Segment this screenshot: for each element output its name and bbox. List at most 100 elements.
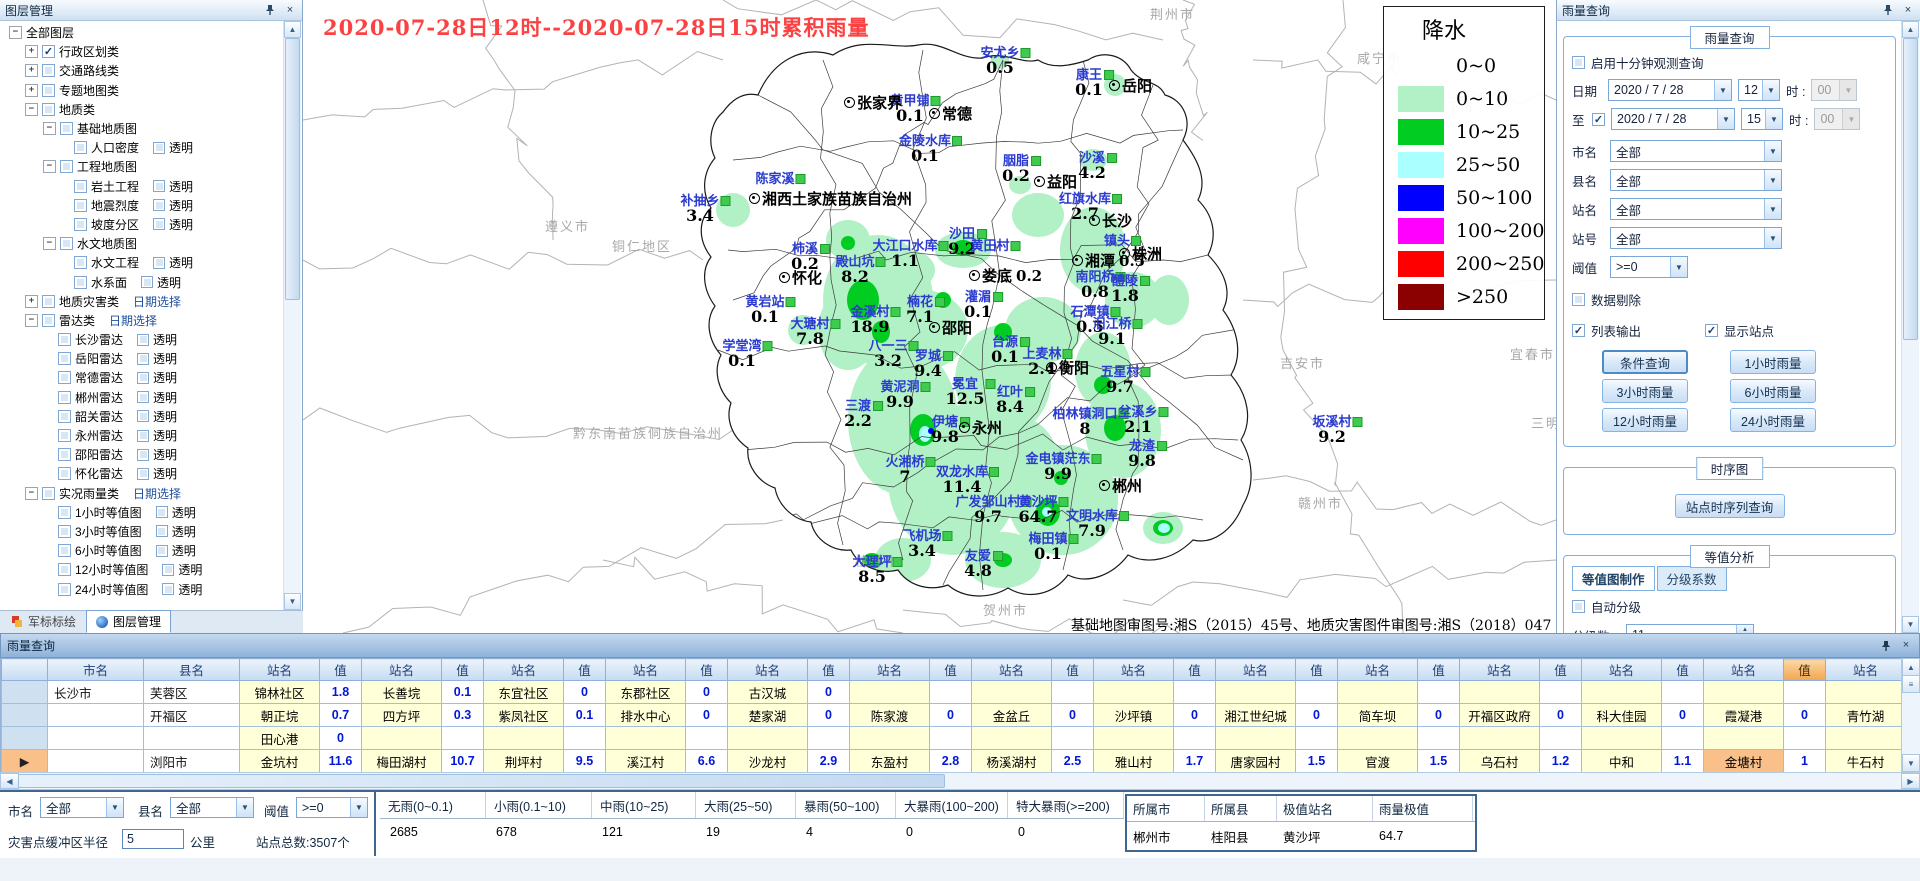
pin-icon[interactable] (1879, 639, 1893, 653)
value-cell[interactable]: 6.6 (686, 750, 728, 773)
chevron-down-icon[interactable]: ▼ (350, 798, 367, 817)
filter-city-select[interactable]: 全部 ▼ (40, 797, 124, 818)
rain-6h-button[interactable]: 6小时雨量 (1730, 379, 1816, 403)
layer-checkbox[interactable] (58, 506, 71, 519)
value-cell[interactable] (1784, 727, 1826, 750)
tab-grading-coeff[interactable]: 分级系数 (1657, 566, 1727, 591)
station-cell[interactable]: 东郡社区 (606, 681, 686, 704)
station-column-header[interactable]: 站名 (1826, 659, 1903, 681)
scroll-right-icon[interactable]: ▶ (1901, 773, 1920, 789)
expand-icon[interactable]: + (25, 84, 38, 97)
value-column-header[interactable]: 值 (1296, 659, 1338, 681)
layer-tree-item[interactable]: +专题地图类 (1, 81, 284, 100)
hour-to-select[interactable]: 15 ▼ (1741, 108, 1783, 130)
station-cell[interactable] (1216, 727, 1296, 750)
layer-tree-item[interactable]: +交通路线类 (1, 61, 284, 80)
value-cell[interactable]: 0.3 (442, 704, 484, 727)
value-cell[interactable] (930, 727, 972, 750)
value-cell[interactable]: 1.5 (1418, 750, 1460, 773)
station-column-header[interactable]: 站名 (1338, 659, 1418, 681)
transparent-checkbox[interactable] (137, 334, 149, 346)
value-cell[interactable]: 11.6 (320, 750, 362, 773)
chevron-down-icon[interactable]: ▼ (236, 798, 253, 817)
collapse-icon[interactable]: − (43, 160, 56, 173)
layer-tree-item[interactable]: −工程地质图 (1, 157, 284, 176)
date-from-picker[interactable]: 2020 / 7 / 28 ▼ (1608, 79, 1732, 101)
value-cell[interactable] (442, 727, 484, 750)
value-cell[interactable]: 0.7 (320, 704, 362, 727)
row-selector[interactable] (2, 681, 48, 704)
value-cell[interactable] (1784, 681, 1826, 704)
layer-tree-scrollbar[interactable]: ▲ ▼ (283, 21, 301, 610)
transparent-checkbox[interactable] (156, 525, 168, 537)
station-cell[interactable]: 官渡 (1338, 750, 1418, 773)
scroll-thumb[interactable] (18, 774, 945, 788)
layer-checkbox[interactable] (58, 583, 71, 596)
result-table-hscrollbar[interactable]: ◀ ▶ (0, 772, 1920, 790)
station-cell[interactable]: 乌石村 (1460, 750, 1540, 773)
station-cell[interactable] (1460, 681, 1540, 704)
station-select[interactable]: 全部 ▼ (1610, 198, 1782, 220)
transparent-checkbox[interactable] (137, 410, 149, 422)
collapse-icon[interactable]: − (43, 122, 56, 135)
station-cell[interactable] (1460, 727, 1540, 750)
value-cell[interactable] (1296, 727, 1338, 750)
close-icon[interactable]: × (1901, 3, 1915, 17)
station-cell[interactable] (728, 727, 808, 750)
layer-tree-item[interactable]: 12小时等值图透明 (1, 560, 284, 579)
scroll-thumb[interactable] (1903, 38, 1918, 340)
transparent-checkbox[interactable] (153, 142, 165, 154)
value-cell[interactable] (1540, 681, 1582, 704)
layer-tree-item[interactable]: −基础地质图 (1, 119, 284, 138)
value-cell[interactable]: 0 (1662, 704, 1704, 727)
rain-1h-button[interactable]: 1小时雨量 (1730, 350, 1816, 374)
layer-checkbox[interactable] (58, 410, 71, 423)
station-cell[interactable]: 金坑村 (240, 750, 320, 773)
value-cell[interactable]: 0 (808, 704, 850, 727)
chevron-down-icon[interactable]: ▼ (1764, 199, 1781, 219)
layer-checkbox[interactable] (58, 467, 71, 480)
value-column-header[interactable]: 值 (1540, 659, 1582, 681)
station-cell[interactable]: 简车坝 (1338, 704, 1418, 727)
value-cell[interactable] (930, 681, 972, 704)
station-column-header[interactable]: 站名 (362, 659, 442, 681)
chevron-down-icon[interactable]: ▼ (106, 798, 123, 817)
value-cell[interactable]: 1.8 (320, 681, 362, 704)
value-cell[interactable]: 2.5 (1052, 750, 1094, 773)
station-cell[interactable]: 中和 (1582, 750, 1662, 773)
hour-from-select[interactable]: 12 ▼ (1738, 79, 1780, 101)
station-cell[interactable] (1338, 681, 1418, 704)
value-cell[interactable]: 0.1 (442, 681, 484, 704)
date-select-link[interactable]: 日期选择 (133, 485, 181, 502)
value-cell[interactable]: 1.5 (1296, 750, 1338, 773)
layer-checkbox[interactable] (58, 544, 71, 557)
station-cell[interactable] (1338, 727, 1418, 750)
layer-checkbox[interactable] (74, 141, 87, 154)
scroll-up-icon[interactable]: ▲ (1902, 658, 1920, 676)
station-cell[interactable]: 金塘村 (1704, 750, 1784, 773)
value-column-header[interactable]: 值 (442, 659, 484, 681)
station-cell[interactable] (850, 727, 930, 750)
chevron-down-icon[interactable]: ▼ (1764, 170, 1781, 190)
value-cell[interactable]: 0 (1540, 704, 1582, 727)
layer-tree-item[interactable]: 1小时等值图透明 (1, 503, 284, 522)
station-cell[interactable] (850, 681, 930, 704)
show-stations-checkbox[interactable] (1705, 324, 1718, 337)
layer-checkbox[interactable] (42, 103, 55, 116)
value-cell[interactable]: 0 (930, 704, 972, 727)
station-cell[interactable]: 紫凤社区 (484, 704, 564, 727)
station-cell[interactable] (972, 727, 1052, 750)
layer-checkbox[interactable] (58, 352, 71, 365)
station-cell[interactable] (1094, 727, 1174, 750)
value-cell[interactable]: 10.7 (442, 750, 484, 773)
rain-12h-button[interactable]: 12小时雨量 (1602, 408, 1688, 432)
transparent-checkbox[interactable] (153, 180, 165, 192)
chevron-down-icon[interactable]: ▼ (1764, 141, 1781, 161)
layer-checkbox[interactable] (42, 64, 55, 77)
tab-layer-manager[interactable]: 图层管理 (86, 610, 171, 633)
row-selector[interactable] (2, 704, 48, 727)
layer-checkbox[interactable] (58, 563, 71, 576)
value-cell[interactable]: 1.1 (1662, 750, 1704, 773)
layer-tree-item[interactable]: 常德雷达透明 (1, 368, 284, 387)
station-cell[interactable]: 唐家园村 (1216, 750, 1296, 773)
